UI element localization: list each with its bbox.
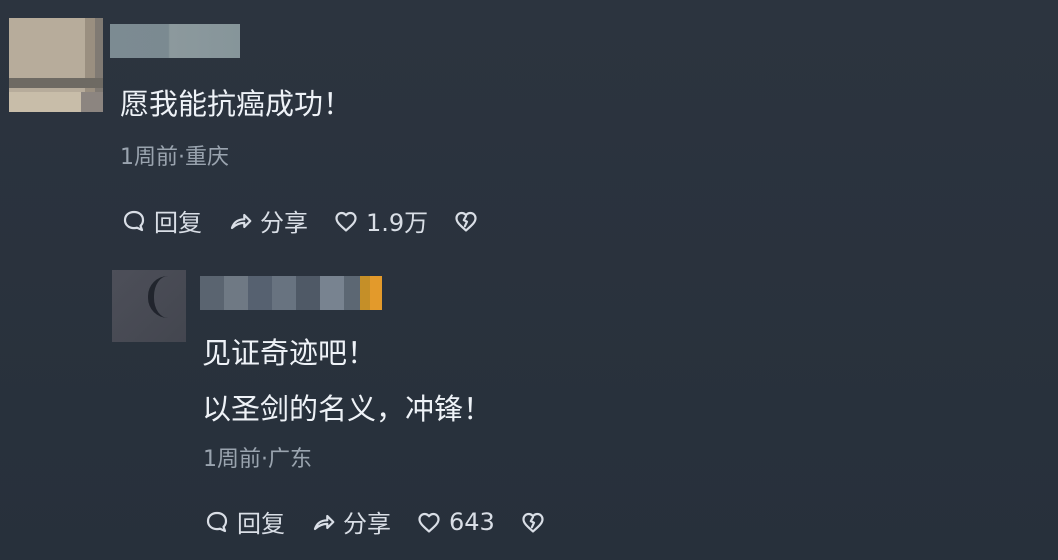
like-button[interactable]: 1.9万 [332,203,428,238]
like-count: 1.9万 [366,209,429,237]
comment-meta: 1周前·广东 [203,447,312,472]
reply-label: 回复 [237,510,285,538]
comment-text-line-1: 见证奇迹吧！ [202,336,377,370]
share-arrow-icon [226,207,254,235]
like-count: 643 [449,507,495,536]
comment-actions: 回复 分享 643 [203,504,547,539]
avatar[interactable] [112,270,186,342]
reply-button[interactable]: 回复 [120,203,202,238]
share-button[interactable]: 分享 [309,504,391,539]
share-button[interactable]: 分享 [226,203,308,238]
dislike-button[interactable] [452,207,480,235]
comment-meta: 1周前·重庆 [120,145,229,170]
comment-text: 愿我能抗癌成功！ [120,87,353,121]
share-label: 分享 [260,209,308,237]
share-label: 分享 [343,510,391,538]
heart-icon [415,508,443,536]
comment-text-line-2: 以圣剑的名义，冲锋！ [202,392,493,426]
comment-actions: 回复 分享 1.9万 [120,203,480,238]
reply-button[interactable]: 回复 [203,504,285,539]
comment-bubble-icon [120,207,148,235]
heart-icon [332,207,360,235]
dislike-button[interactable] [519,508,547,536]
broken-heart-icon [452,207,480,235]
comment-bubble-icon [203,508,231,536]
like-button[interactable]: 643 [415,508,495,536]
reply-label: 回复 [154,209,202,237]
share-arrow-icon [309,508,337,536]
blurred-username[interactable] [200,276,382,310]
avatar[interactable] [9,18,103,112]
blurred-username[interactable] [110,24,240,58]
broken-heart-icon [519,508,547,536]
